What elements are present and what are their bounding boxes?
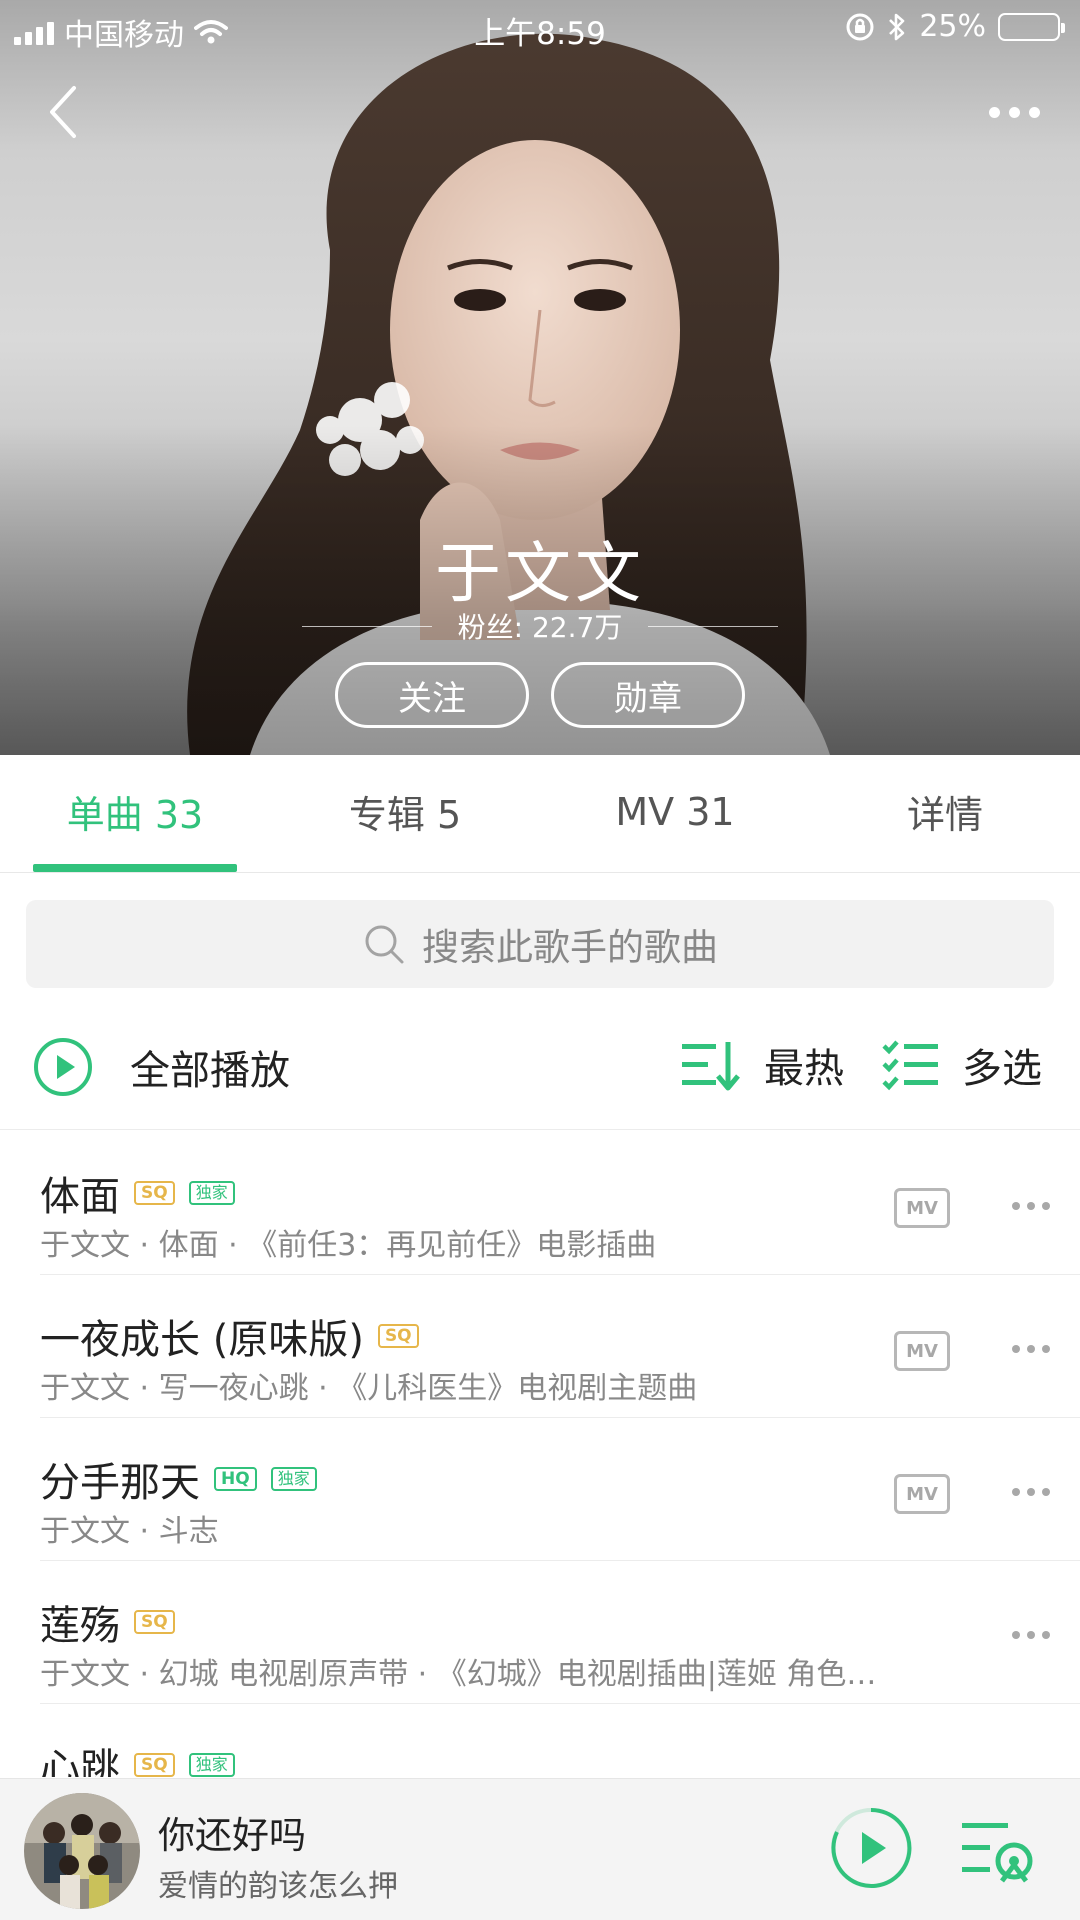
exclusive-badge: 独家 [270, 1467, 317, 1491]
song-row[interactable]: 莲殇 SQ 于文文 · 幻城 电视剧原声带 · 《幻城》电视剧插曲|莲姬 角色… [0, 1561, 1080, 1704]
exclusive-badge: 独家 [188, 1753, 235, 1777]
exclusive-badge: 独家 [188, 1181, 235, 1205]
song-title: 一夜成长 (原味版) [40, 1317, 364, 1363]
sort-icon [682, 1042, 740, 1091]
divider-line [301, 625, 432, 627]
song-more-icon[interactable] [1012, 1631, 1050, 1639]
song-subtitle: 于文文 · 斗志 [40, 1514, 219, 1549]
more-dots-icon[interactable] [984, 92, 1044, 132]
mv-icon[interactable]: MV [894, 1188, 950, 1228]
hq-badge: HQ [214, 1467, 257, 1491]
song-title-row: 分手那天 HQ 独家 [40, 1450, 317, 1508]
song-row[interactable]: 体面 SQ 独家 于文文 · 体面 · 《前任3：再见前任》电影插曲 MV [0, 1132, 1080, 1275]
multi-select-button[interactable]: 多选 [882, 1036, 1042, 1094]
header-actions: 关注 勋章 [0, 662, 1080, 728]
song-title: 体面 [40, 1174, 120, 1220]
mv-icon[interactable]: MV [894, 1331, 950, 1371]
fans-count-row: 粉丝: 22.7万 [0, 606, 1080, 646]
song-subtitle: 于文文 · 幻城 电视剧原声带 · 《幻城》电视剧插曲|莲姬 角色… [40, 1657, 877, 1692]
divider-line [648, 625, 779, 627]
list-actions-row: 全部播放 最热 多选 [0, 1010, 1080, 1130]
sq-badge: SQ [134, 1753, 175, 1777]
song-title: 莲殇 [40, 1603, 120, 1649]
artist-header: 中国移动 上午8:59 25% 于文文 粉丝: 22.7万 关注 勋章 [0, 0, 1080, 755]
multi-select-label: 多选 [962, 1046, 1042, 1092]
fans-count: 粉丝: 22.7万 [457, 611, 623, 644]
tab-mv[interactable]: MV 31 [540, 755, 810, 872]
play-pause-icon[interactable] [828, 1805, 914, 1891]
mini-player[interactable]: 你还好吗 爱情的韵该怎么押 [0, 1778, 1080, 1920]
now-playing-title: 你还好吗 [158, 1814, 306, 1857]
battery-icon [998, 12, 1065, 41]
list-tools: 最热 多选 [680, 1036, 1042, 1094]
play-all-button[interactable]: 全部播放 [32, 1036, 290, 1098]
song-more-icon[interactable] [1012, 1202, 1050, 1210]
play-circle-icon [34, 1038, 92, 1096]
sq-badge: SQ [377, 1324, 419, 1348]
sq-badge: SQ [134, 1610, 175, 1634]
song-title-row: 莲殇 SQ [40, 1593, 175, 1651]
song-more-icon[interactable] [1012, 1488, 1050, 1496]
status-bar: 中国移动 上午8:59 25% [0, 0, 1080, 54]
playlist-icon[interactable] [958, 1815, 1038, 1885]
album-cover [24, 1793, 140, 1909]
tab-bar: 单曲 33 专辑 5 MV 31 详情 [0, 755, 1080, 873]
song-row[interactable]: 心跳 SQ 独家 [0, 1704, 1080, 1777]
sq-badge: SQ [134, 1181, 175, 1205]
play-all-label: 全部播放 [130, 1048, 290, 1094]
song-row[interactable]: 一夜成长 (原味版) SQ 于文文 · 写一夜心跳 · 《儿科医生》电视剧主题曲… [0, 1275, 1080, 1418]
search-placeholder: 搜索此歌手的歌曲 [422, 926, 718, 969]
back-chevron-icon[interactable] [40, 82, 88, 142]
search-icon [365, 925, 404, 964]
orientation-lock-icon [846, 13, 874, 40]
tab-details[interactable]: 详情 [810, 755, 1080, 872]
song-title-row: 一夜成长 (原味版) SQ [40, 1307, 419, 1365]
tab-albums[interactable]: 专辑 5 [270, 755, 540, 872]
follow-button[interactable]: 关注 [335, 662, 529, 728]
bluetooth-icon [889, 13, 905, 40]
tab-singles[interactable]: 单曲 33 [0, 755, 270, 872]
song-title: 心跳 [40, 1746, 120, 1777]
song-row[interactable]: 分手那天 HQ 独家 于文文 · 斗志 MV [0, 1418, 1080, 1561]
song-subtitle: 于文文 · 写一夜心跳 · 《儿科医生》电视剧主题曲 [40, 1371, 698, 1406]
song-title-row: 体面 SQ 独家 [40, 1164, 235, 1222]
mv-icon[interactable]: MV [894, 1474, 950, 1514]
medal-button[interactable]: 勋章 [551, 662, 745, 728]
song-title-row: 心跳 SQ 独家 [40, 1736, 235, 1777]
artist-name: 于文文 [435, 535, 645, 612]
song-title: 分手那天 [40, 1460, 200, 1506]
sort-button[interactable]: 最热 [680, 1036, 844, 1094]
search-input[interactable]: 搜索此歌手的歌曲 [26, 900, 1054, 988]
now-playing-subtitle: 爱情的韵该怎么押 [158, 1869, 398, 1904]
status-bar-right: 25% [845, 9, 1065, 44]
battery-percent: 25% [919, 9, 986, 44]
song-list: 体面 SQ 独家 于文文 · 体面 · 《前任3：再见前任》电影插曲 MV 一夜… [0, 1132, 1080, 1777]
song-subtitle: 于文文 · 体面 · 《前任3：再见前任》电影插曲 [40, 1228, 657, 1263]
song-more-icon[interactable] [1012, 1345, 1050, 1353]
checklist-icon [882, 1040, 938, 1091]
sort-label: 最热 [764, 1046, 844, 1092]
